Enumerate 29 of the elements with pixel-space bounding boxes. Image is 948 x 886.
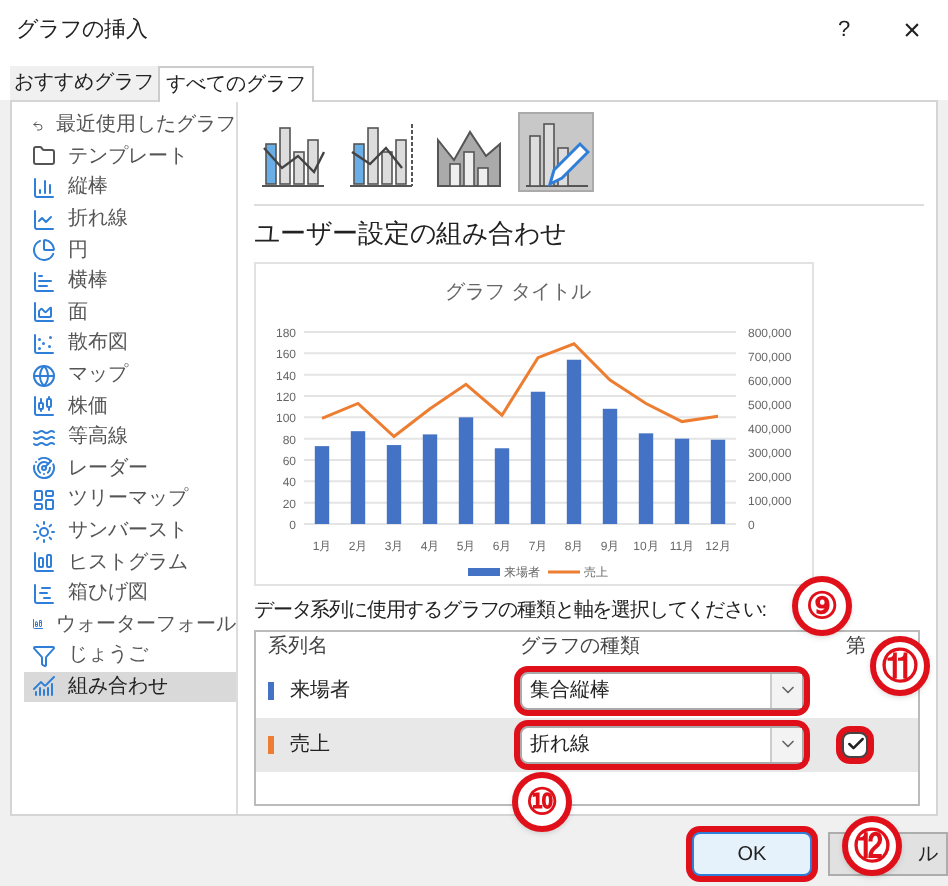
chart-category-label: 横棒	[68, 267, 108, 297]
chart-category-label: 散布図	[68, 330, 128, 359]
chart-category-label: サンバースト	[68, 518, 188, 547]
chart-category-label: レーダー	[68, 455, 148, 484]
chart-category-label: 最近使用したグラフ	[56, 111, 236, 141]
chart-category-label: 折れ線	[68, 206, 128, 235]
chart-category-label: 等高線	[68, 423, 128, 453]
step-number-badge: ⑫	[842, 816, 902, 876]
chart-title: グラフ タイトル	[445, 281, 591, 303]
chart-category-label: 円	[68, 237, 88, 266]
chart-category-label: ウォーターフォール	[56, 611, 236, 640]
chart-category-label: マップ	[68, 361, 128, 391]
chart-category-label: 箱ひげ図	[68, 580, 148, 609]
chart-category-label: 株価	[68, 393, 108, 422]
series-name: 売上	[290, 731, 332, 759]
chart-category-label: ツリーマップ	[68, 485, 188, 515]
chart-category-label: 縦棒	[68, 173, 108, 203]
chart-category-label: 面	[68, 299, 88, 328]
chart-category-label: じょうご	[68, 642, 148, 671]
instruction-text: データ系列に使用するグラフの種類と軸を選択してください:	[254, 597, 766, 625]
column-header: 第	[846, 634, 866, 662]
chart-category-label: ヒストグラム	[68, 549, 188, 578]
column-header: グラフの種類	[520, 633, 642, 662]
chart-category-label: テンプレート	[68, 143, 188, 172]
chart-category-label: 組み合わせ	[68, 673, 168, 702]
series-name: 来場者	[290, 677, 352, 705]
window-title: グラフの挿入	[16, 15, 150, 46]
section-heading: ユーザー設定の組み合わせ	[254, 216, 568, 252]
column-header: 系列名	[268, 633, 330, 662]
